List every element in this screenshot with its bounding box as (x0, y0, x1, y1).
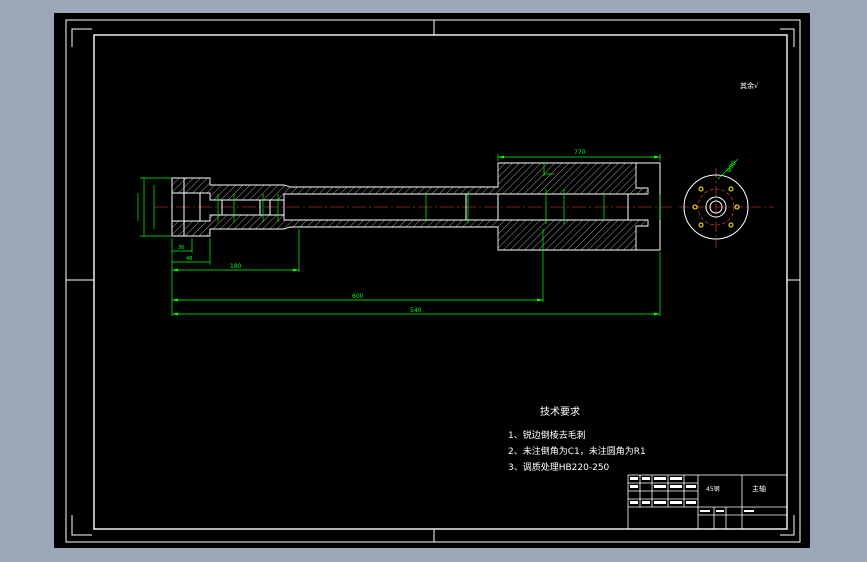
dim-540: 540 (410, 307, 422, 314)
tech-requirements: 技术要求 1、锐边倒棱去毛刺 2、未注倒角为C1，未注圆角为R1 3、调质处理H… (508, 405, 646, 473)
shaft-view: 770 180 600 540 48 36 (137, 149, 672, 316)
tech-item-3: 3、调质处理HB220-250 (508, 461, 610, 473)
dim-bolt-circle: Φ90 (726, 160, 738, 174)
dim-600: 600 (352, 293, 364, 300)
outer-border (65, 19, 801, 543)
cad-viewport[interactable]: 其余√ 770 180 600 540 48 36 Φ90 技术要求 1、锐边倒… (54, 13, 810, 548)
tech-item-2: 2、未注倒角为C1，未注圆角为R1 (508, 445, 646, 457)
inner-border (93, 34, 788, 530)
title-block-material: 45钢 (706, 485, 720, 493)
dim-36: 36 (178, 245, 184, 251)
sheet-frame (65, 19, 801, 543)
dim-180: 180 (230, 263, 242, 270)
tech-title: 技术要求 (540, 405, 580, 418)
title-block-part-name: 主轴 (752, 484, 766, 493)
roughness-note: 其余√ (740, 81, 759, 90)
dim-770: 770 (574, 149, 586, 156)
dim-48: 48 (186, 256, 192, 262)
drawing-canvas: 其余√ 770 180 600 540 48 36 Φ90 技术要求 1、锐边倒… (65, 19, 801, 543)
flange-end-view: Φ90 (679, 158, 774, 248)
tech-item-1: 1、锐边倒棱去毛刺 (508, 429, 586, 441)
title-block: 45钢 主轴 (627, 474, 788, 530)
